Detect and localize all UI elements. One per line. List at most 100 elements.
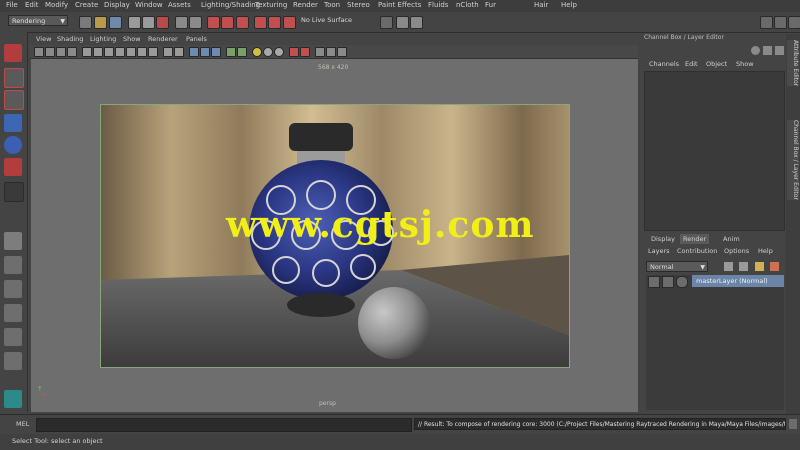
- safe-title-icon[interactable]: [148, 47, 158, 57]
- menu-modify[interactable]: Modify: [45, 1, 68, 9]
- snap-point-icon[interactable]: [207, 16, 220, 29]
- layout-hypershade-icon[interactable]: [4, 328, 22, 346]
- camera-attributes-icon[interactable]: [45, 47, 55, 57]
- show-modeling-toolkit-icon[interactable]: [760, 16, 773, 29]
- tab-anim-layers[interactable]: Anim: [720, 234, 743, 244]
- layer-menu-help[interactable]: Help: [758, 247, 773, 255]
- viewport-menu-show[interactable]: Show: [123, 35, 141, 43]
- resolution-gate-icon[interactable]: [104, 47, 114, 57]
- layout-persp-outliner-icon[interactable]: [4, 280, 22, 298]
- layer-menu-options[interactable]: Options: [724, 247, 749, 255]
- menu-lighting-shading[interactable]: Lighting/Shading: [201, 1, 260, 9]
- layout-single-icon[interactable]: [4, 232, 22, 250]
- gate-mask-icon[interactable]: [115, 47, 125, 57]
- show-channel-box-icon[interactable]: [788, 16, 800, 29]
- shadows-icon[interactable]: [226, 47, 236, 57]
- channel-menu-edit[interactable]: Edit: [685, 60, 698, 68]
- history-icon[interactable]: [254, 16, 267, 29]
- field-chart-icon[interactable]: [126, 47, 136, 57]
- channel-list[interactable]: [644, 71, 785, 231]
- scale-tool-icon[interactable]: [4, 158, 22, 176]
- render-settings-icon[interactable]: [724, 262, 733, 271]
- two-sided-lighting-icon[interactable]: [337, 47, 347, 57]
- hud-icon[interactable]: [326, 47, 336, 57]
- menu-file[interactable]: File: [6, 1, 18, 9]
- input-line-icon[interactable]: [380, 16, 393, 29]
- menu-assets[interactable]: Assets: [168, 1, 191, 9]
- close-icon[interactable]: [775, 46, 784, 55]
- menu-window[interactable]: Window: [135, 1, 163, 9]
- attribute-editor-toggle-icon[interactable]: [410, 16, 423, 29]
- menu-help[interactable]: Help: [561, 1, 577, 9]
- render-view-icon[interactable]: [739, 262, 748, 271]
- new-layer-icon[interactable]: [755, 262, 764, 271]
- layout-graph-icon[interactable]: [4, 304, 22, 322]
- tab-attribute-editor[interactable]: Attribute Editor: [787, 40, 799, 87]
- select-by-object-icon[interactable]: [142, 16, 155, 29]
- renderable-checkbox-icon[interactable]: [648, 276, 660, 288]
- tab-channel-box-layer-editor[interactable]: Channel Box / Layer Editor: [787, 120, 799, 200]
- menu-set-select[interactable]: Rendering ▼: [8, 15, 68, 26]
- lasso-tool-icon[interactable]: [4, 68, 24, 88]
- layer-blend-select[interactable]: Normal ▼: [646, 261, 708, 272]
- recycle-icon[interactable]: [662, 276, 674, 288]
- viewport-menu-renderer[interactable]: Renderer: [148, 35, 178, 43]
- menu-paint-effects[interactable]: Paint Effects: [378, 1, 421, 9]
- tab-render-layers[interactable]: Render: [680, 234, 710, 244]
- menu-fur[interactable]: Fur: [485, 1, 496, 9]
- film-gate-icon[interactable]: [93, 47, 103, 57]
- perspective-viewport[interactable]: 568 x 420 www.cgtsj.com ↑ → persp: [31, 59, 638, 412]
- channel-menu-show[interactable]: Show: [736, 60, 754, 68]
- anti-aliasing-icon[interactable]: [274, 47, 284, 57]
- select-camera-icon[interactable]: [34, 47, 44, 57]
- live-surface-field[interactable]: No Live Surface: [301, 16, 352, 24]
- safe-action-icon[interactable]: [137, 47, 147, 57]
- isolate-select-icon[interactable]: [315, 47, 325, 57]
- channel-menu-object[interactable]: Object: [706, 60, 727, 68]
- menu-toon[interactable]: Toon: [324, 1, 340, 9]
- menu-edit[interactable]: Edit: [25, 1, 39, 9]
- render-current-frame-icon[interactable]: [268, 16, 281, 29]
- viewport-menu-view[interactable]: View: [36, 35, 51, 43]
- master-layer-name[interactable]: masterLayer (Normal): [692, 275, 784, 287]
- menu-stereo[interactable]: Stereo: [347, 1, 370, 9]
- grid-icon[interactable]: [82, 47, 92, 57]
- sidebar-toggle-icon[interactable]: [396, 16, 409, 29]
- viewport-menu-lighting[interactable]: Lighting: [90, 35, 116, 43]
- wireframe-icon[interactable]: [163, 47, 173, 57]
- menu-render[interactable]: Render: [293, 1, 318, 9]
- open-scene-icon[interactable]: [94, 16, 107, 29]
- layout-uv-icon[interactable]: [4, 352, 22, 370]
- menu-display[interactable]: Display: [104, 1, 130, 9]
- viewport-menu-panels[interactable]: Panels: [186, 35, 207, 43]
- snap-curve-icon[interactable]: [189, 16, 202, 29]
- ipr-render-icon[interactable]: [283, 16, 296, 29]
- layout-four-icon[interactable]: [4, 256, 22, 274]
- channel-menu-channels[interactable]: Channels: [649, 60, 679, 68]
- motion-blur-icon[interactable]: [263, 47, 273, 57]
- menu-texturing[interactable]: Texturing: [255, 1, 287, 9]
- layer-settings-icon[interactable]: [676, 276, 688, 288]
- new-scene-icon[interactable]: [79, 16, 92, 29]
- last-tool-icon[interactable]: [4, 182, 24, 202]
- command-input[interactable]: [36, 418, 412, 432]
- xray-icon[interactable]: [289, 47, 299, 57]
- layer-menu-layers[interactable]: Layers: [648, 247, 670, 255]
- screen-space-ao-icon[interactable]: [237, 47, 247, 57]
- float-icon[interactable]: [763, 46, 772, 55]
- move-tool-icon[interactable]: [4, 114, 22, 132]
- help-icon[interactable]: [751, 46, 760, 55]
- tab-display-layers[interactable]: Display: [648, 234, 678, 244]
- viewport-menu-shading[interactable]: Shading: [57, 35, 83, 43]
- make-live-icon[interactable]: [236, 16, 249, 29]
- paint-select-tool-icon[interactable]: [4, 90, 24, 110]
- show-attribute-editor-icon[interactable]: [774, 16, 787, 29]
- layer-row[interactable]: masterLayer (Normal): [646, 275, 784, 288]
- bookmarks-icon[interactable]: [56, 47, 66, 57]
- menu-ncloth[interactable]: nCloth: [456, 1, 479, 9]
- select-by-hierarchy-icon[interactable]: [128, 16, 141, 29]
- wireframe-on-shaded-icon[interactable]: [189, 47, 199, 57]
- save-scene-icon[interactable]: [109, 16, 122, 29]
- layout-custom-icon[interactable]: [4, 390, 22, 408]
- snap-grid-icon[interactable]: [175, 16, 188, 29]
